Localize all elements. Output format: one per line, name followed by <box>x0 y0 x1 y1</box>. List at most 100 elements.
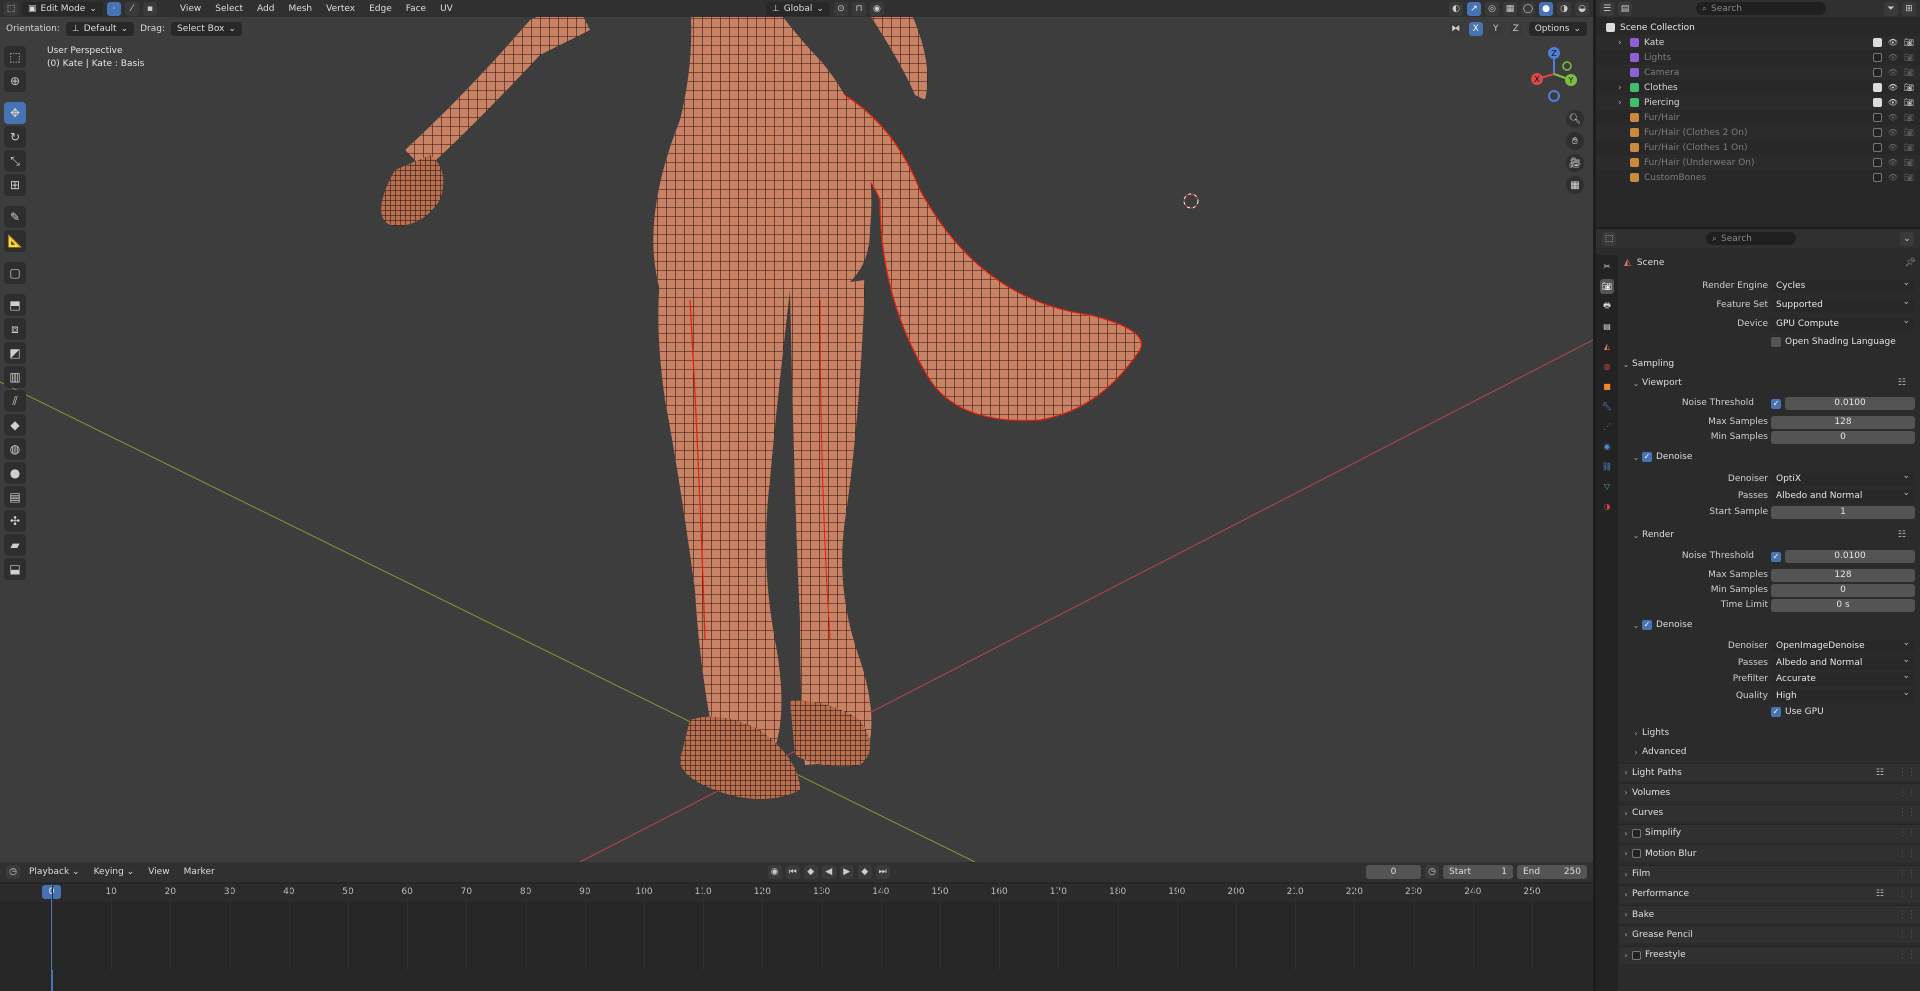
poly-build-icon[interactable]: ◆ <box>4 414 26 436</box>
menu-keying[interactable]: Keying ⌄ <box>89 865 140 879</box>
viewport-subpanel-header[interactable]: ⌄ Viewport ☷ <box>1620 375 1920 391</box>
eye-icon[interactable]: 👁︎ <box>1888 68 1898 77</box>
r-denoise-subpanel[interactable]: ⌄ ✓ Denoise <box>1620 617 1920 633</box>
editor-type-icon[interactable]: ⬚ <box>1602 231 1616 246</box>
menu-playback[interactable]: Playback ⌄ <box>24 865 85 879</box>
material-tab-icon[interactable]: ◑ <box>1600 499 1614 514</box>
presets-icon[interactable]: ☷ <box>1898 378 1906 388</box>
panel-checkbox[interactable] <box>1632 828 1641 838</box>
mode-dropdown[interactable]: ▣ Edit Mode ⌄ <box>22 1 103 16</box>
render-camera-icon[interactable]: 📷︎ <box>1904 128 1914 137</box>
vp-denoise-subpanel[interactable]: ⌄ ✓ Denoise <box>1620 449 1920 465</box>
r-max-samples-field[interactable]: 128 <box>1771 569 1915 582</box>
shading-rendered-icon[interactable]: ◒ <box>1575 1 1589 16</box>
exclude-checkbox[interactable] <box>1872 173 1882 182</box>
eye-icon[interactable]: 👁︎ <box>1888 38 1898 47</box>
object-tab-icon[interactable]: ■ <box>1600 379 1614 394</box>
exclude-checkbox[interactable] <box>1872 68 1882 77</box>
drag-handle-icon[interactable]: ⋮⋮ <box>1898 849 1916 859</box>
outliner-item[interactable]: Lights 👁︎ 📷︎ <box>1596 50 1920 65</box>
presets-icon[interactable]: ☷ <box>1876 768 1884 778</box>
render-camera-icon[interactable]: 📷︎ <box>1904 173 1914 182</box>
jump-end-icon[interactable]: ⏭ <box>875 865 890 879</box>
panel-header[interactable]: › Grease Pencil ⋮⋮ <box>1620 925 1920 944</box>
r-time-limit-field[interactable]: 0 s <box>1771 599 1915 612</box>
osl-checkbox[interactable]: Open Shading Language <box>1771 337 1896 347</box>
menu-marker[interactable]: Marker <box>179 865 220 879</box>
mirror-z-button[interactable]: Z <box>1508 21 1523 36</box>
options-dropdown[interactable]: Options ⌄ <box>1528 21 1587 36</box>
constraints-tab-icon[interactable]: ⛓︎ <box>1600 459 1614 474</box>
eye-icon[interactable]: 👁︎ <box>1888 128 1898 137</box>
play-reverse-icon[interactable]: ◀ <box>821 865 836 879</box>
eye-icon[interactable]: 👁︎ <box>1888 113 1898 122</box>
snap-icon[interactable]: ⊓ <box>851 1 866 16</box>
drag-handle-icon[interactable]: ⋮⋮ <box>1898 910 1916 920</box>
clock-icon[interactable]: ◷ <box>6 865 20 879</box>
exclude-checkbox[interactable] <box>1872 113 1882 122</box>
render-camera-icon[interactable]: 📷︎ <box>1904 158 1914 167</box>
eye-icon[interactable]: 👁︎ <box>1888 53 1898 62</box>
expand-chevron-icon[interactable]: › <box>1618 98 1622 108</box>
menu-view[interactable]: View <box>175 2 206 16</box>
menu-edge[interactable]: Edge <box>364 2 397 16</box>
properties-editor[interactable]: ⬚ ⌕ Search ⌄ ✂ 📷︎ 🖶︎ ▤ ◭ ◍ ■ 🔧︎ ⋰ ◉ ⛓︎ ▽ … <box>1596 229 1920 991</box>
gizmo-toggle-icon[interactable]: ↗ <box>1467 1 1481 16</box>
panel-header[interactable]: › Performance ☷ ⋮⋮ <box>1620 884 1920 903</box>
r-quality-dropdown[interactable]: High <box>1771 687 1915 703</box>
transform-orientation-dropdown[interactable]: ⊥ Global ⌄ <box>765 1 830 16</box>
face-select-icon[interactable]: ▪ <box>142 1 157 16</box>
panel-checkbox[interactable] <box>1632 849 1641 859</box>
presets-icon[interactable]: ☷ <box>1876 889 1884 899</box>
render-camera-icon[interactable]: 📷︎ <box>1904 143 1914 152</box>
visibility-icon[interactable]: ◐ <box>1449 1 1463 16</box>
display-mode-icon[interactable]: ▤ <box>1618 1 1632 16</box>
outliner-root[interactable]: Scene Collection <box>1596 20 1920 35</box>
panel-header[interactable]: › Bake ⋮⋮ <box>1620 905 1920 924</box>
render-camera-icon[interactable]: 📷︎ <box>1904 83 1914 92</box>
chevron-down-icon[interactable]: ⌄ <box>1900 231 1914 246</box>
exclude-checkbox[interactable] <box>1872 38 1882 47</box>
camera-view-icon[interactable]: 🎥︎ <box>1566 154 1584 172</box>
overlays-icon[interactable]: ◎ <box>1485 1 1499 16</box>
filter-icon[interactable]: ⏷ <box>1884 1 1898 16</box>
exclude-checkbox[interactable] <box>1872 83 1882 92</box>
sampling-panel-header[interactable]: ⌄ Sampling <box>1620 355 1920 373</box>
new-collection-icon[interactable]: ⊞ <box>1902 1 1916 16</box>
annotate-icon[interactable]: ✎ <box>4 206 26 228</box>
end-frame-field[interactable]: End 250 <box>1517 865 1587 879</box>
drag-handle-icon[interactable]: ⋮⋮ <box>1898 869 1916 879</box>
rip-region-icon[interactable]: ⬓ <box>4 558 26 580</box>
render-engine-dropdown[interactable]: Cycles <box>1771 277 1915 293</box>
rotate-icon[interactable]: ↻ <box>4 126 26 148</box>
loop-cut-icon[interactable]: ▥ <box>4 366 26 388</box>
render-camera-icon[interactable]: 📷︎ <box>1904 98 1914 107</box>
viewport-scene[interactable] <box>0 0 1593 862</box>
edge-slide-icon[interactable]: ▤ <box>4 486 26 508</box>
drag-dropdown[interactable]: Select Box ⌄ <box>171 21 242 36</box>
render-camera-icon[interactable]: 📷︎ <box>1904 113 1914 122</box>
vp-start-sample-field[interactable]: 1 <box>1771 506 1915 519</box>
panel-header[interactable]: › Light Paths ☷ ⋮⋮ <box>1620 763 1920 781</box>
drag-handle-icon[interactable]: ⋮⋮ <box>1898 930 1916 940</box>
inset-icon[interactable]: ⧈ <box>4 318 26 340</box>
exclude-checkbox[interactable] <box>1872 98 1882 107</box>
pivot-icon[interactable]: ⊙ <box>833 1 848 16</box>
expand-chevron-icon[interactable]: › <box>1618 83 1622 93</box>
denoise-checkbox[interactable]: ✓ <box>1642 620 1652 630</box>
view-layer-tab-icon[interactable]: ▤ <box>1600 319 1614 334</box>
menu-uv[interactable]: UV <box>435 2 458 16</box>
exclude-checkbox[interactable] <box>1872 143 1882 152</box>
knife-icon[interactable]: ⫽ <box>4 390 26 412</box>
extrude-icon[interactable]: ⬒ <box>4 294 26 316</box>
exclude-checkbox[interactable] <box>1872 158 1882 167</box>
device-dropdown[interactable]: GPU Compute <box>1771 315 1915 331</box>
mirror-x-button[interactable]: X <box>1468 21 1483 36</box>
data-tab-icon[interactable]: ▽ <box>1600 479 1614 494</box>
play-icon[interactable]: ▶ <box>839 865 854 879</box>
outliner-item[interactable]: › Piercing 👁︎ 📷︎ <box>1596 95 1920 110</box>
editor-type-icon[interactable]: ⬚ <box>4 1 18 16</box>
measure-icon[interactable]: 📐 <box>4 230 26 252</box>
panel-header[interactable]: › Volumes ⋮⋮ <box>1620 783 1920 802</box>
current-frame-field[interactable]: 0 <box>1366 865 1421 879</box>
